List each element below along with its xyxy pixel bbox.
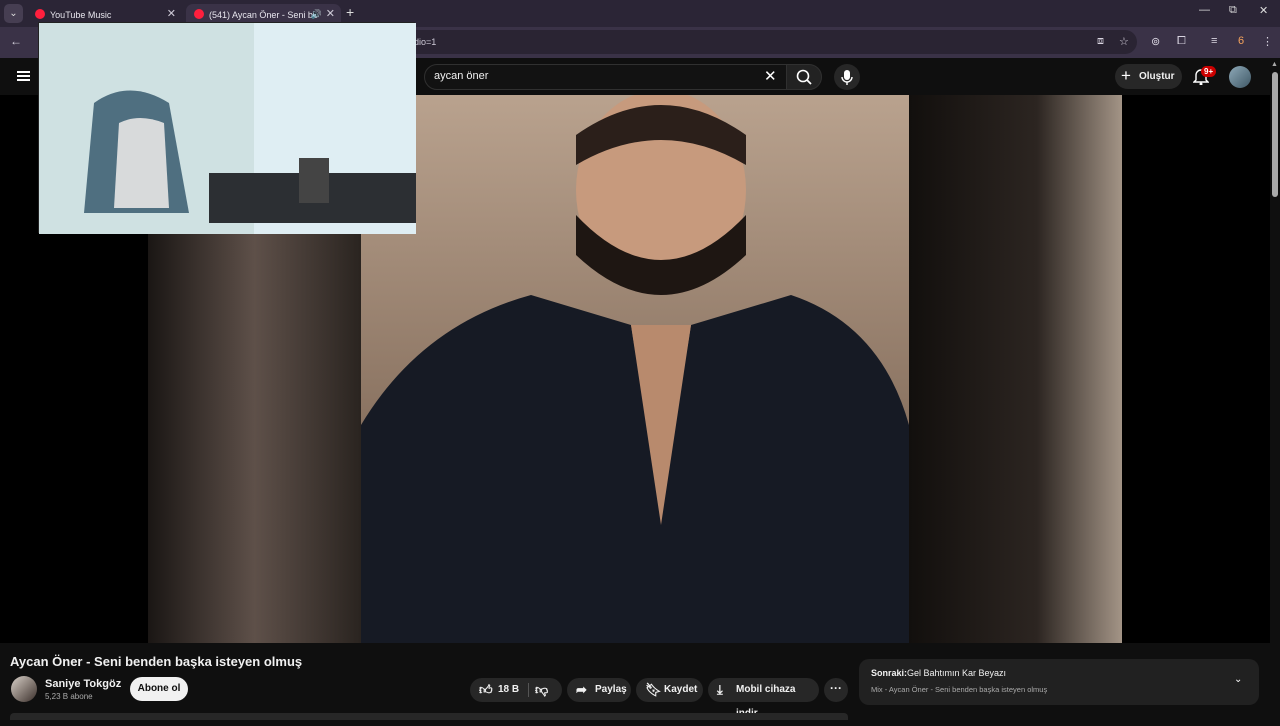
like-icon[interactable]: 👍︎ — [479, 678, 493, 702]
tab-close-icon[interactable]: ✕ — [167, 4, 176, 24]
scroll-up-arrow-icon[interactable]: ▲ — [1271, 61, 1278, 68]
video-frame — [361, 95, 909, 643]
save-button[interactable]: 🔖︎ Kaydet — [636, 678, 703, 702]
webcam-scene-image — [39, 23, 416, 234]
dislike-icon[interactable]: 👎︎ — [535, 678, 548, 702]
youtube-music-favicon-icon — [35, 9, 45, 19]
search-query: aycan öner — [434, 70, 489, 82]
restore-icon[interactable]: ⧉ — [1229, 4, 1237, 17]
webcam-overlay — [38, 22, 416, 234]
browser-menu-icon[interactable]: ⋮ — [1262, 35, 1273, 48]
channel-name[interactable]: Saniye Tokgöz — [45, 678, 121, 690]
puzzle-icon[interactable]: ⧠ — [1177, 35, 1186, 48]
subscribe-button[interactable]: Abone ol — [130, 677, 188, 701]
media-queue-icon[interactable]: ≡ — [1211, 35, 1217, 47]
search-button[interactable] — [786, 64, 822, 90]
close-window-icon[interactable]: ✕ — [1259, 4, 1268, 17]
clear-search-icon[interactable]: ✕ — [764, 67, 777, 85]
install-app-icon[interactable]: ⧈ — [1097, 35, 1104, 48]
bookmark-icon: 🔖︎ — [645, 682, 662, 697]
like-divider — [528, 683, 529, 697]
like-dislike-group: 👍︎ 18 B 👎︎ — [470, 678, 562, 702]
artist-photo — [361, 95, 909, 643]
video-title: Aycan Öner - Seni benden başka isteyen o… — [10, 654, 303, 669]
new-tab-icon[interactable]: + — [346, 4, 354, 20]
up-next-subtitle: Mix - Aycan Öner - Seni benden başka ist… — [871, 685, 1048, 694]
channel-avatar[interactable] — [11, 676, 37, 702]
speaker-icon[interactable]: 🔊 — [311, 4, 322, 24]
minimize-icon[interactable]: — — [1199, 4, 1210, 16]
search-icon — [796, 69, 812, 85]
share-icon: ➦ — [576, 682, 587, 697]
voice-search-button[interactable] — [834, 64, 860, 90]
notifications-badge: 9+ — [1201, 66, 1217, 77]
guide-menu-icon[interactable] — [17, 71, 30, 81]
microphone-icon — [841, 70, 853, 85]
account-avatar[interactable] — [1229, 66, 1251, 88]
bookmark-star-icon[interactable]: ☆ — [1119, 35, 1129, 48]
url-text: dio=1 — [414, 37, 437, 47]
plus-icon: + — [1121, 66, 1131, 85]
back-icon[interactable]: ← — [10, 34, 22, 48]
video-blur-right — [909, 95, 1122, 643]
extension-icon[interactable]: ⊚ — [1151, 35, 1160, 48]
description-box-edge[interactable] — [10, 713, 848, 720]
youtube-favicon-icon — [194, 9, 204, 19]
share-label: Paylaş — [595, 684, 627, 695]
up-next-card[interactable] — [859, 659, 1259, 705]
up-next-title: Gel Bahtımın Kar Beyazı — [907, 668, 1007, 678]
subscriber-count: 5,23 B abone — [45, 692, 93, 701]
download-icon: ⤓ — [717, 682, 723, 697]
up-next-label: Sonraki: — [871, 668, 908, 678]
more-actions-icon[interactable]: ··· — [824, 678, 848, 702]
save-label: Kaydet — [664, 684, 698, 695]
profile-badge[interactable]: 6 — [1238, 35, 1244, 47]
tab-close-icon[interactable]: ✕ — [326, 4, 335, 24]
chevron-down-icon[interactable]: ⌄ — [1234, 674, 1242, 685]
download-button[interactable]: ⤓ Mobil cihaza indir — [708, 678, 819, 719]
share-button[interactable]: ➦ Paylaş — [567, 678, 631, 702]
tab-search-button[interactable]: ⌄ — [4, 4, 23, 23]
like-count[interactable]: 18 B — [498, 678, 519, 702]
scrollbar-thumb[interactable] — [1272, 72, 1278, 197]
